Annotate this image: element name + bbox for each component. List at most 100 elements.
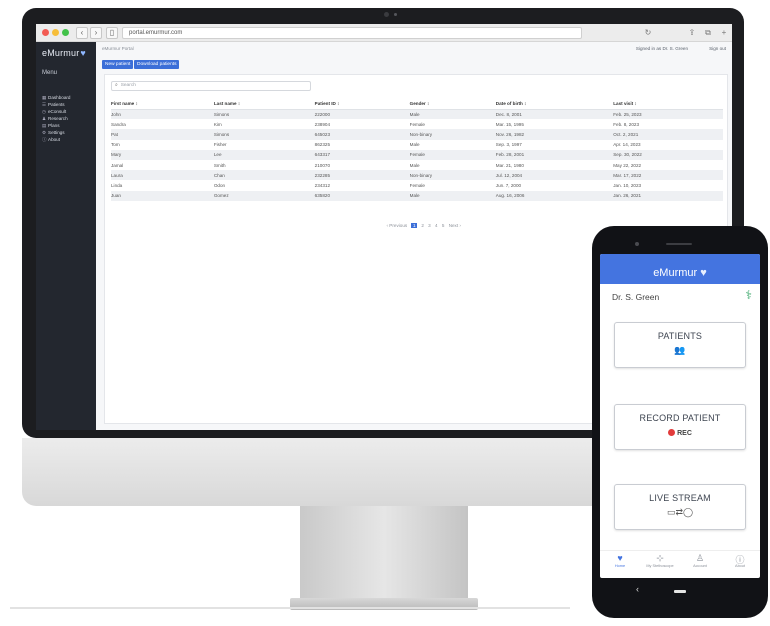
table-cell: May 22, 2022 [613,162,642,168]
new-patient-button[interactable]: New patient [102,60,134,69]
search-placeholder: Search [120,83,136,88]
sidebar-item-label: eConsult [48,109,67,114]
column-header-patient-id[interactable]: Patient ID ↕ [314,99,410,110]
patients-button[interactable]: PATIENTS 👥 [614,322,746,368]
table-cell: Female [409,149,496,160]
table-cell: 222000 [314,109,410,120]
pagination: ‹ Previous 1 2 3 4 5 Next › [385,223,462,228]
pagination-page-2[interactable]: 2 [421,223,424,228]
table-cell: Feb. 25, 2023 [613,109,723,120]
minimize-window-icon[interactable] [52,29,59,36]
table-cell: 238904 [314,121,331,127]
close-window-icon[interactable] [42,29,49,36]
table-cell: Feb. 8, 2023 [613,121,640,127]
pagination-page-1[interactable]: 1 [411,223,418,228]
pagination-next[interactable]: Next › [449,223,461,228]
table-cell: Simons [213,109,315,120]
sidebar-item-plans[interactable]: ▤ Plans [42,122,70,129]
sign-out-link[interactable]: Sign out [709,46,726,51]
table-cell: Chan [213,170,315,181]
back-button[interactable]: ‹ [76,27,88,39]
people-icon: 👥 [674,345,686,355]
table-cell: Mar. 17, 2022 [613,170,723,181]
rec-badge: REC [677,430,692,437]
pagination-prev[interactable]: ‹ Previous [387,223,408,228]
table-cell: Apr. 14, 2023 [613,142,641,148]
sidebar-item-research[interactable]: ♟ Research [42,115,70,122]
table-cell: Tom [111,142,120,148]
column-header-last-name[interactable]: Last name ↕ [213,99,315,110]
table-row[interactable]: Jamal Smith 210070 Male Mar. 21, 1980 May 22,… [111,160,723,170]
column-header-date-of-birth[interactable]: Date of birth ↕ [495,99,614,110]
table-row[interactable]: Pat Simons 645023 Non-binary Nov. 26, 1982 Oc… [111,129,723,140]
pagination-page-4[interactable]: 4 [435,223,438,228]
reload-icon[interactable]: ↻ [642,27,654,39]
sidebar-item-about[interactable]: ⓘAbout [42,136,70,143]
table-cell: 234312 [314,182,331,188]
column-header-gender[interactable]: Gender ↕ [409,99,496,110]
table-row[interactable]: Linda Odon 234312 Female Jun. 7, 2000 Jan. 10… [111,180,723,190]
logo-text: eMurmur [42,48,80,58]
phone-app-header: eMurmur ♥ [600,254,760,284]
tab-label: About [735,564,745,568]
record-patient-button[interactable]: RECORD PATIENT REC [614,404,746,450]
tab-home[interactable]: ♥ Home [600,553,640,568]
table-row[interactable]: Mary Lee 643317 Female Feb. 28, 2001 Sep. 30,… [111,149,723,160]
live-stream-button[interactable]: LIVE STREAM ▭⇄◯ [614,484,746,530]
signed-in-label: Signed in as Dr. S. Green [635,46,688,51]
table-cell: Male [409,142,420,148]
tab-my-stethoscope[interactable]: ⊹ My Stethoscope [640,553,680,568]
table-cell: Male [409,162,420,168]
pagination-page-5[interactable]: 5 [442,223,445,228]
desk-shadow [10,607,570,609]
table-row[interactable]: Sandra Kim 238904 Female Mar. 15, 1995 Feb. 8… [111,119,723,129]
table-cell: Sandra [111,121,126,127]
tab-account[interactable]: ♙ Account [680,553,720,568]
forward-button[interactable]: › [90,27,102,39]
column-header-first-name[interactable]: First name ↕ [111,99,214,110]
share-icon[interactable]: ⇪ [686,27,698,39]
camera-icon [384,12,389,17]
pagination-page-3[interactable]: 3 [428,223,431,228]
new-tab-icon[interactable]: + [718,27,730,39]
tabs-icon[interactable]: ⧉ [702,27,714,39]
table-cell: Mary [111,149,214,160]
table-cell: 645023 [314,129,410,140]
table-cell: 210070 [314,162,331,168]
phone-doctor-name: Dr. S. Green [612,292,660,302]
search-input[interactable]: ⌕ Search [111,81,311,91]
column-header-last-visit[interactable]: Last visit ↕ [613,99,723,110]
info-icon: ⓘ [735,555,745,565]
table-cell: Simons [213,129,315,140]
table-cell: Juan [111,190,214,201]
download-patients-button[interactable]: Download patients [134,60,180,69]
table-row[interactable]: John Simons 222000 Male Dec. 8, 2001 Feb. 25,… [111,109,723,120]
table-cell: Mar. 15, 1995 [495,121,524,127]
table-cell: Pat [111,129,214,140]
table-row[interactable]: Juan Gomez 635820 Male Aug. 16, 2006 Jan. 26,… [111,190,723,201]
stage: ‹ › ▯ portal.emurmur.com ↻ ⇪ ⧉ + eMurmur… [0,0,770,626]
sidebar-item-settings[interactable]: ⚙ Settings [42,129,70,136]
stethoscope-tab-icon: ⊹ [656,553,664,563]
table-cell: Jul. 12, 2004 [495,170,614,181]
table-cell: Linda [111,182,123,188]
table-cell: Aug. 16, 2006 [495,190,614,201]
tab-about[interactable]: ⓘ About [720,553,760,568]
stethoscope-icon[interactable]: ⚕ [746,288,753,302]
table-cell: Female [409,121,425,127]
sidebar-item-econsult[interactable]: ◷ eConsult [42,108,70,115]
sidebar-item-label: Plans [48,123,60,128]
phone-back-icon[interactable]: ‹ [636,584,639,594]
table-cell: Sep. 30, 2022 [613,149,723,160]
search-icon: ⌕ [115,83,118,88]
phone-home-icon[interactable] [674,590,686,593]
table-cell: Kim [213,121,222,127]
address-bar[interactable]: portal.emurmur.com [122,27,582,39]
sidebar-item-patients[interactable]: ☰ Patients [42,101,70,108]
table-row[interactable]: Tom Fisher 862325 Male Sep. 3, 1997 Apr. 14, … [111,140,723,150]
sidebar-toggle-icon[interactable]: ▯ [106,27,118,39]
maximize-window-icon[interactable] [62,29,69,36]
table-row[interactable]: Laura Chan 232285 Non-binary Jul. 12, 2004 Ma… [111,170,723,181]
sidebar-item-dashboard[interactable]: ▦ Dashboard [42,94,70,101]
phone-camera-icon [635,242,639,246]
